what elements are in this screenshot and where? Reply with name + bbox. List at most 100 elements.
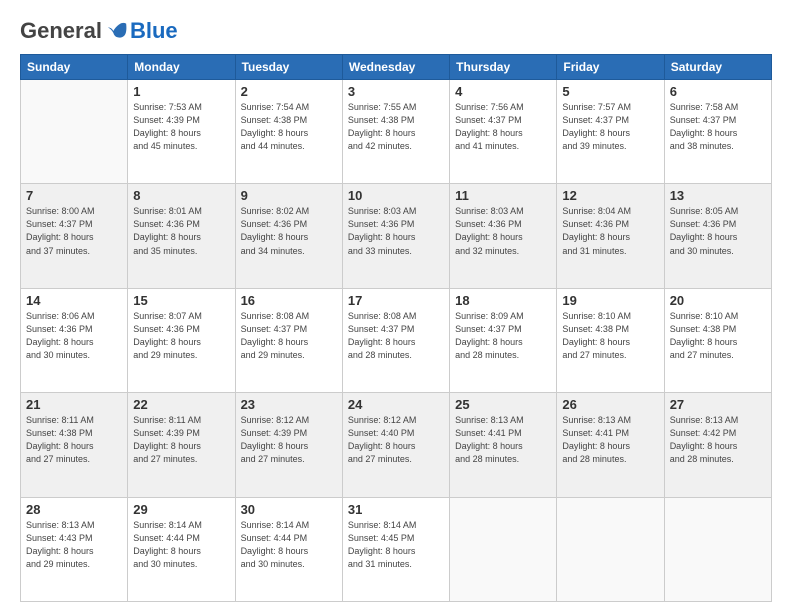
day-info: Sunrise: 8:05 AM Sunset: 4:36 PM Dayligh… — [670, 205, 766, 257]
calendar-cell: 5Sunrise: 7:57 AM Sunset: 4:37 PM Daylig… — [557, 80, 664, 184]
day-info: Sunrise: 7:58 AM Sunset: 4:37 PM Dayligh… — [670, 101, 766, 153]
day-info: Sunrise: 8:14 AM Sunset: 4:44 PM Dayligh… — [133, 519, 229, 571]
day-number: 30 — [241, 502, 337, 517]
day-info: Sunrise: 8:08 AM Sunset: 4:37 PM Dayligh… — [241, 310, 337, 362]
calendar-cell: 20 Sunrise: 8:10 AM Sunset: 4:38 PM Dayli… — [664, 288, 771, 392]
day-info: Sunrise: 8:00 AM Sunset: 4:37 PM Dayligh… — [26, 205, 122, 257]
day-number: 7 — [26, 188, 122, 203]
day-info: Sunrise: 8:12 AM Sunset: 4:40 PM Dayligh… — [348, 414, 444, 466]
day-number: 21 — [26, 397, 122, 412]
calendar-week-row: 14 Sunrise: 8:06 AM Sunset: 4:36 PM Dayli… — [21, 288, 772, 392]
day-info: Sunrise: 8:02 AM Sunset: 4:36 PM Dayligh… — [241, 205, 337, 257]
day-number: 23 — [241, 397, 337, 412]
page-header: General Blue — [20, 18, 772, 44]
day-number: 17 — [348, 293, 444, 308]
day-info: Sunrise: 8:13 AM Sunset: 4:41 PM Dayligh… — [455, 414, 551, 466]
logo-blue: Blue — [130, 18, 178, 44]
calendar-cell: 7 Sunrise: 8:00 AM Sunset: 4:37 PM Daylig… — [21, 184, 128, 288]
day-number: 15 — [133, 293, 229, 308]
day-info: Sunrise: 8:11 AM Sunset: 4:38 PM Dayligh… — [26, 414, 122, 466]
day-info: Sunrise: 8:09 AM Sunset: 4:37 PM Dayligh… — [455, 310, 551, 362]
day-number: 28 — [26, 502, 122, 517]
calendar-week-row: 7 Sunrise: 8:00 AM Sunset: 4:37 PM Daylig… — [21, 184, 772, 288]
calendar-cell: 18Sunrise: 8:09 AM Sunset: 4:37 PM Dayli… — [450, 288, 557, 392]
day-number: 29 — [133, 502, 229, 517]
day-info: Sunrise: 8:13 AM Sunset: 4:43 PM Dayligh… — [26, 519, 122, 571]
day-info: Sunrise: 8:08 AM Sunset: 4:37 PM Dayligh… — [348, 310, 444, 362]
calendar-cell: 21 Sunrise: 8:11 AM Sunset: 4:38 PM Dayli… — [21, 393, 128, 497]
calendar-cell: 28 Sunrise: 8:13 AM Sunset: 4:43 PM Dayli… — [21, 497, 128, 601]
col-wednesday: Wednesday — [342, 55, 449, 80]
calendar-cell: 27Sunrise: 8:13 AM Sunset: 4:42 PM Dayli… — [664, 393, 771, 497]
col-monday: Monday — [128, 55, 235, 80]
day-info: Sunrise: 8:14 AM Sunset: 4:45 PM Dayligh… — [348, 519, 444, 571]
calendar-cell: 19Sunrise: 8:10 AM Sunset: 4:38 PM Dayli… — [557, 288, 664, 392]
day-number: 16 — [241, 293, 337, 308]
calendar-cell: 22 Sunrise: 8:11 AM Sunset: 4:39 PM Dayli… — [128, 393, 235, 497]
day-info: Sunrise: 8:10 AM Sunset: 4:38 PM Dayligh… — [670, 310, 766, 362]
day-number: 6 — [670, 84, 766, 99]
day-info: Sunrise: 8:03 AM Sunset: 4:36 PM Dayligh… — [455, 205, 551, 257]
col-tuesday: Tuesday — [235, 55, 342, 80]
day-number: 20 — [670, 293, 766, 308]
day-info: Sunrise: 8:06 AM Sunset: 4:36 PM Dayligh… — [26, 310, 122, 362]
day-number: 26 — [562, 397, 658, 412]
day-info: Sunrise: 8:03 AM Sunset: 4:36 PM Dayligh… — [348, 205, 444, 257]
calendar-cell: 30 Sunrise: 8:14 AM Sunset: 4:44 PM Dayli… — [235, 497, 342, 601]
calendar-cell: 15 Sunrise: 8:07 AM Sunset: 4:36 PM Dayli… — [128, 288, 235, 392]
day-number: 2 — [241, 84, 337, 99]
day-info: Sunrise: 8:11 AM Sunset: 4:39 PM Dayligh… — [133, 414, 229, 466]
day-info: Sunrise: 7:56 AM Sunset: 4:37 PM Dayligh… — [455, 101, 551, 153]
day-number: 1 — [133, 84, 229, 99]
logo-bird-icon — [106, 20, 128, 42]
day-info: Sunrise: 7:53 AM Sunset: 4:39 PM Dayligh… — [133, 101, 229, 153]
day-number: 24 — [348, 397, 444, 412]
day-info: Sunrise: 8:14 AM Sunset: 4:44 PM Dayligh… — [241, 519, 337, 571]
calendar-cell: 23Sunrise: 8:12 AM Sunset: 4:39 PM Dayli… — [235, 393, 342, 497]
day-number: 9 — [241, 188, 337, 203]
day-number: 3 — [348, 84, 444, 99]
calendar-cell: 17 Sunrise: 8:08 AM Sunset: 4:37 PM Dayli… — [342, 288, 449, 392]
calendar-cell — [664, 497, 771, 601]
calendar-cell: 6 Sunrise: 7:58 AM Sunset: 4:37 PM Daylig… — [664, 80, 771, 184]
calendar-table: Sunday Monday Tuesday Wednesday Thursday… — [20, 54, 772, 602]
day-info: Sunrise: 7:57 AM Sunset: 4:37 PM Dayligh… — [562, 101, 658, 153]
day-number: 13 — [670, 188, 766, 203]
calendar-week-row: 28 Sunrise: 8:13 AM Sunset: 4:43 PM Dayli… — [21, 497, 772, 601]
col-thursday: Thursday — [450, 55, 557, 80]
day-number: 27 — [670, 397, 766, 412]
calendar-cell: 16 Sunrise: 8:08 AM Sunset: 4:37 PM Dayli… — [235, 288, 342, 392]
calendar-page: General Blue Sunday Monday Tuesday Wedne… — [0, 0, 792, 612]
day-number: 14 — [26, 293, 122, 308]
day-info: Sunrise: 8:07 AM Sunset: 4:36 PM Dayligh… — [133, 310, 229, 362]
calendar-cell — [557, 497, 664, 601]
calendar-week-row: 1 Sunrise: 7:53 AM Sunset: 4:39 PM Daylig… — [21, 80, 772, 184]
day-number: 10 — [348, 188, 444, 203]
col-saturday: Saturday — [664, 55, 771, 80]
logo: General Blue — [20, 18, 178, 44]
col-friday: Friday — [557, 55, 664, 80]
day-number: 22 — [133, 397, 229, 412]
day-number: 4 — [455, 84, 551, 99]
day-number: 12 — [562, 188, 658, 203]
calendar-cell: 12 Sunrise: 8:04 AM Sunset: 4:36 PM Dayli… — [557, 184, 664, 288]
logo-text: General Blue — [20, 18, 178, 44]
day-info: Sunrise: 8:10 AM Sunset: 4:38 PM Dayligh… — [562, 310, 658, 362]
calendar-cell: 4 Sunrise: 7:56 AM Sunset: 4:37 PM Daylig… — [450, 80, 557, 184]
logo-general: General — [20, 18, 102, 44]
calendar-cell — [21, 80, 128, 184]
day-info: Sunrise: 8:13 AM Sunset: 4:41 PM Dayligh… — [562, 414, 658, 466]
day-number: 25 — [455, 397, 551, 412]
calendar-cell: 9 Sunrise: 8:02 AM Sunset: 4:36 PM Daylig… — [235, 184, 342, 288]
day-number: 11 — [455, 188, 551, 203]
calendar-cell: 26 Sunrise: 8:13 AM Sunset: 4:41 PM Dayli… — [557, 393, 664, 497]
day-info: Sunrise: 7:54 AM Sunset: 4:38 PM Dayligh… — [241, 101, 337, 153]
calendar-cell: 1 Sunrise: 7:53 AM Sunset: 4:39 PM Daylig… — [128, 80, 235, 184]
calendar-cell: 10 Sunrise: 8:03 AM Sunset: 4:36 PM Dayli… — [342, 184, 449, 288]
col-sunday: Sunday — [21, 55, 128, 80]
calendar-cell: 29 Sunrise: 8:14 AM Sunset: 4:44 PM Dayli… — [128, 497, 235, 601]
day-number: 31 — [348, 502, 444, 517]
day-info: Sunrise: 8:04 AM Sunset: 4:36 PM Dayligh… — [562, 205, 658, 257]
calendar-cell: 14 Sunrise: 8:06 AM Sunset: 4:36 PM Dayli… — [21, 288, 128, 392]
calendar-cell: 25 Sunrise: 8:13 AM Sunset: 4:41 PM Dayli… — [450, 393, 557, 497]
